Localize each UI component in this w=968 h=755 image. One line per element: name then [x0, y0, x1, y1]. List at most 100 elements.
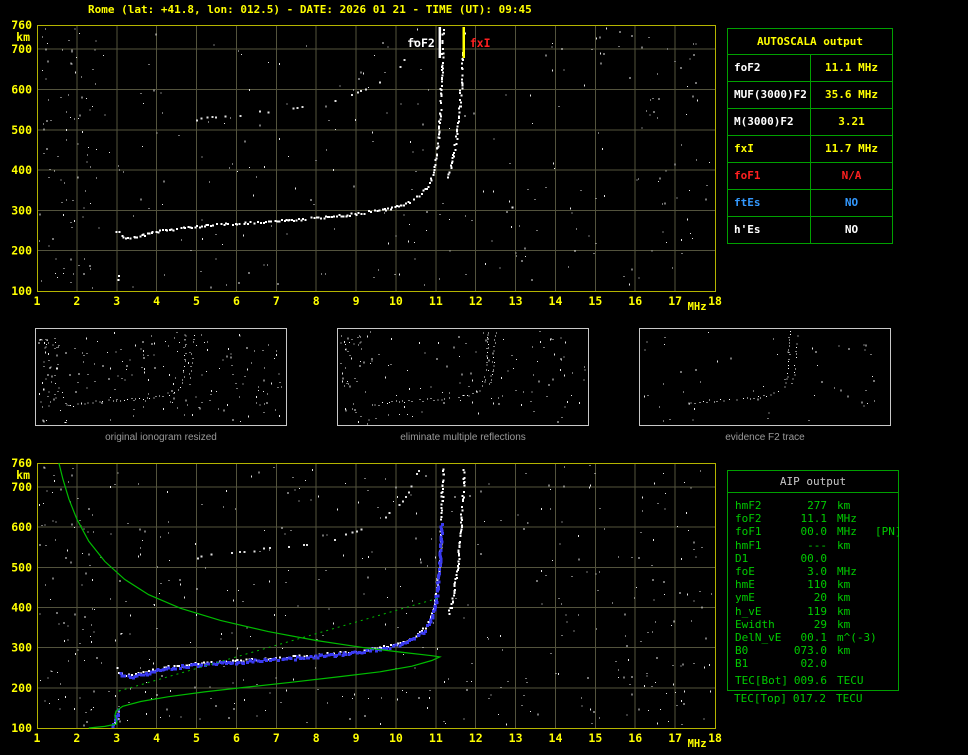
- aip-param-unit: TECU: [837, 674, 864, 688]
- svg-text:7: 7: [273, 731, 280, 745]
- autoscala-row-MUF(3000)F2: MUF(3000)F2 35.6 MHz: [728, 82, 892, 109]
- svg-text:9: 9: [353, 731, 360, 745]
- aip-row-ymE: ymE 20 km: [728, 591, 898, 604]
- autoscala-row-foF2: foF2 11.1 MHz: [728, 55, 892, 82]
- thumbnail-evidence-f2-trace: evidence F2 trace: [639, 328, 891, 443]
- tec-bottom-row-slot: TEC[Bot] 009.6 TECU: [728, 674, 898, 687]
- svg-text:MHz: MHz: [688, 738, 707, 750]
- aip-row-B1: B1 02.0: [728, 657, 898, 670]
- aip-row-TEC[Top]: TEC[Top] 017.2 TECU: [727, 692, 897, 705]
- aip-param-value: 073.0: [793, 644, 827, 658]
- thumbnail-evidence-f2-trace-image: [639, 328, 891, 426]
- svg-text:3: 3: [113, 731, 120, 745]
- aip-param-unit: m^(-3): [837, 630, 877, 644]
- svg-text:10: 10: [389, 731, 403, 745]
- aip-param-extra: [873, 591, 891, 604]
- svg-text:km: km: [16, 468, 30, 482]
- aip-param-label: Ewidth: [735, 617, 775, 631]
- aip-param-value: 11.1: [800, 512, 828, 526]
- E-stub-series: [367, 419, 370, 425]
- svg-text:7: 7: [273, 294, 280, 308]
- aip-row-D1: D1 00.0: [728, 552, 898, 565]
- aip-row-h_vE: h_vE 119 km: [728, 605, 898, 618]
- autoscala-row-label: foF2: [728, 55, 811, 81]
- aip-param-label: TEC[Top]: [734, 692, 787, 705]
- svg-text:500: 500: [11, 560, 32, 574]
- aip-param-value: 02.0: [800, 657, 828, 671]
- thumbnail-caption: original ionogram resized: [105, 432, 217, 443]
- aip-param-label: foE: [735, 564, 755, 578]
- svg-text:700: 700: [11, 480, 32, 494]
- aip-param-unit: MHz: [837, 512, 857, 526]
- aip-param-extra: [873, 512, 891, 525]
- aip-param-unit: [827, 552, 873, 565]
- tec-top-row-slot: TEC[Top] 017.2 TECU: [727, 692, 897, 705]
- svg-text:11: 11: [429, 294, 443, 308]
- O-trace-series: [65, 334, 187, 407]
- ionogram-bottom-axis-labels: 760700600500400300200100km1 2 3 4 5 6 7 8 9 10 11 1…: [11, 456, 722, 750]
- fxI-marker-label: fxI: [470, 36, 491, 50]
- svg-text:13: 13: [509, 731, 523, 745]
- aip-param-extra: [PN]: [875, 525, 902, 539]
- X-trace-series: [447, 468, 466, 615]
- E-stub-series: [117, 274, 120, 281]
- aip-output-table: AIP output hmF2 277 km foF2 11.1 MHz foF1 00.0 M…: [727, 470, 902, 691]
- svg-text:8: 8: [313, 294, 320, 308]
- aip-param-unit: km: [837, 538, 851, 552]
- aip-param-extra: [873, 674, 891, 687]
- thumbnail-original-ionogram-image: [35, 328, 287, 426]
- svg-text:100: 100: [11, 721, 32, 735]
- aip-row-foF2: foF2 11.1 MHz: [728, 512, 898, 525]
- aip-row-hmF1: hmF1 --- km: [728, 539, 898, 552]
- svg-text:8: 8: [313, 731, 320, 745]
- second-hop-low-series: [196, 543, 309, 560]
- ionogram-top-noise-speckle: [39, 27, 710, 289]
- aip-table-title: AIP output: [728, 471, 898, 493]
- autoscala-row-h'Es: h'Es NO: [728, 217, 892, 243]
- thumbnail-caption: evidence F2 trace: [725, 432, 805, 443]
- autoscala-row-value: N/A: [841, 169, 862, 182]
- aip-param-label: D1: [735, 551, 749, 565]
- aip-row-hmE: hmE 110 km: [728, 578, 898, 591]
- aip-param-extra: [873, 657, 891, 670]
- svg-text:13: 13: [509, 294, 523, 308]
- aip-param-unit: km: [837, 617, 851, 631]
- svg-text:2: 2: [73, 294, 80, 308]
- aip-param-value: 29: [813, 617, 827, 631]
- aip-param-value: 009.6: [793, 674, 827, 688]
- scaled-trace-series: [119, 522, 444, 680]
- aip-param-unit: [827, 657, 873, 670]
- svg-text:700: 700: [11, 42, 32, 56]
- autoscala-row-label: M(3000)F2: [728, 109, 811, 135]
- ionogram-top-noise-speckle: [340, 331, 586, 423]
- aip-param-value: 3.0: [807, 564, 827, 578]
- autoscala-row-value: NO: [844, 196, 859, 209]
- svg-text:18: 18: [708, 731, 722, 745]
- aip-param-extra: [872, 692, 890, 705]
- aip-param-value: 277: [807, 499, 827, 512]
- svg-text:6: 6: [233, 294, 240, 308]
- autoscala-row-label: ftEs: [728, 190, 811, 216]
- svg-text:6: 6: [233, 731, 240, 745]
- O-trace-series: [371, 332, 490, 406]
- svg-text:12: 12: [469, 731, 483, 745]
- svg-text:10: 10: [389, 294, 403, 308]
- aip-param-label: hmE: [735, 578, 755, 592]
- autoscala-row-M(3000)F2: M(3000)F2 3.21: [728, 109, 892, 136]
- aip-param-label: foF2: [735, 512, 762, 526]
- aip-row-foF1: foF1 00.0 MHz [PN]: [728, 525, 902, 538]
- ionogram-top-chart: 760700600500400300200100km1 2 3 4 5 6 7 8 9 10 11 1…: [11, 18, 722, 313]
- aip-param-unit: km: [837, 499, 851, 512]
- aip-param-extra: [873, 539, 891, 552]
- ionogram-bottom-grid: [37, 463, 715, 728]
- X-trace-series: [188, 335, 195, 379]
- aip-param-value: 20: [813, 591, 827, 605]
- foF2-marker-label: foF2: [407, 36, 435, 50]
- aip-param-label: B1: [735, 657, 749, 671]
- svg-text:1: 1: [34, 731, 41, 745]
- aip-param-unit: km: [837, 578, 851, 592]
- svg-text:2: 2: [73, 731, 80, 745]
- autoscala-row-ftEs: ftEs NO: [728, 190, 892, 217]
- autoscala-table-title: AUTOSCALA output: [728, 29, 892, 55]
- aip-param-label: hmF2: [735, 499, 762, 512]
